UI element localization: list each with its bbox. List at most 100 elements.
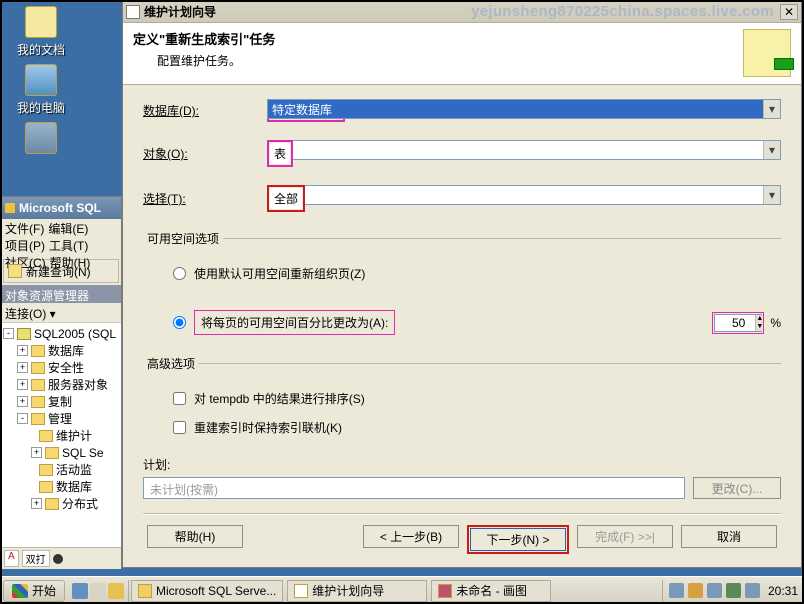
tree-maintplan[interactable]: 维护计 [56, 427, 92, 444]
task-paint[interactable]: 未命名 - 画图 [431, 580, 551, 602]
computer-icon [25, 64, 57, 96]
back-button[interactable]: < 上一步(B) [363, 525, 459, 548]
tray-icon-3[interactable] [707, 583, 722, 598]
paint-task-icon [438, 584, 452, 598]
next-button[interactable]: 下一步(N) > [470, 528, 566, 551]
percent-input[interactable] [715, 315, 747, 331]
task-wizard-label: 维护计划向导 [312, 582, 384, 599]
bottom-tab-a[interactable]: A [4, 550, 19, 567]
tree-dtc[interactable]: 分布式 [62, 495, 98, 512]
system-tray[interactable]: 20:31 [662, 580, 804, 602]
connect-dropdown[interactable]: 连接(O) ▾ [1, 303, 121, 323]
tray-icon-5[interactable] [745, 583, 760, 598]
wizard-titlebar[interactable]: 维护计划向导 yejunsheng870225china.spaces.live… [123, 1, 801, 23]
object-explorer-header: 对象资源管理器 [1, 285, 121, 303]
change-schedule-button[interactable]: 更改(C)... [693, 477, 781, 499]
object-dropdown[interactable]: ▾ [291, 140, 781, 160]
tree-dbmail[interactable]: 数据库 [56, 478, 92, 495]
desktop-mycomputer[interactable]: 我的电脑 [6, 64, 76, 116]
advanced-legend: 高级选项 [143, 355, 199, 372]
desktop-mycomputer-label: 我的电脑 [6, 99, 76, 116]
ql-desktop-icon[interactable] [90, 583, 106, 599]
spinner-up-icon[interactable]: ▲ [755, 315, 763, 323]
plan-input[interactable]: 未计划(按需) [143, 477, 685, 499]
tree-security[interactable]: 安全性 [48, 359, 84, 376]
tree-expander[interactable]: + [17, 379, 28, 390]
close-icon[interactable]: ✕ [780, 4, 798, 20]
check-online[interactable] [173, 421, 186, 434]
tree-expander[interactable]: + [31, 498, 42, 509]
tree-activity[interactable]: 活动监 [56, 461, 92, 478]
freespace-legend: 可用空间选项 [143, 230, 223, 247]
desktop-recycle[interactable] [6, 122, 76, 154]
chevron-down-icon[interactable]: ▾ [763, 141, 780, 159]
menu-edit[interactable]: 编辑(E) [48, 221, 88, 238]
check-online-row[interactable]: 重建索引时保持索引联机(K) [143, 413, 781, 442]
percent-suffix: % [770, 316, 781, 330]
freespace-group: 可用空间选项 使用默认可用空间重新组织页(Z) 将每页的可用空间百分比更改为(A… [143, 230, 781, 341]
folder-icon [39, 430, 53, 442]
menu-project[interactable]: 项目(P) [5, 238, 45, 255]
freespace-opt-default[interactable]: 使用默认可用空间重新组织页(Z) [143, 259, 781, 288]
freespace-opt1-label: 使用默认可用空间重新组织页(Z) [194, 265, 365, 282]
tree-sqlse[interactable]: SQL Se [62, 446, 104, 460]
quicklaunch [68, 580, 129, 602]
clock[interactable]: 20:31 [768, 584, 798, 598]
ssms-menubar[interactable]: 文件(F) 编辑(E) 项目(P) 工具(T) 社区(C) 帮助(H) [1, 219, 121, 257]
separator [143, 513, 781, 515]
check-tempdb-row[interactable]: 对 tempdb 中的结果进行排序(S) [143, 384, 781, 413]
new-query-icon [8, 264, 22, 278]
folder-icon [45, 498, 59, 510]
menu-file[interactable]: 文件(F) [5, 221, 44, 238]
task-wizard[interactable]: 维护计划向导 [287, 580, 427, 602]
percent-spinner[interactable]: ▲▼ [714, 314, 762, 332]
tree-expander[interactable]: - [3, 328, 14, 339]
desktop-mydocs[interactable]: 我的文档 [6, 6, 76, 58]
object-label: 对象(O): [143, 145, 267, 162]
task-ssms[interactable]: Microsoft SQL Serve... [131, 580, 283, 602]
wizard-header-icon [743, 29, 791, 77]
tree-serverobj[interactable]: 服务器对象 [48, 376, 108, 393]
check-tempdb-label: 对 tempdb 中的结果进行排序(S) [194, 390, 365, 407]
tree-databases[interactable]: 数据库 [48, 342, 84, 359]
tree-root[interactable]: SQL2005 (SQL [34, 327, 116, 341]
tray-icon-2[interactable] [688, 583, 703, 598]
start-button[interactable]: 开始 [3, 580, 65, 602]
freespace-opt2-label: 将每页的可用空间百分比更改为(A): [194, 310, 395, 335]
wizard-header-title: 定义"重新生成索引"任务 [133, 29, 275, 48]
check-tempdb[interactable] [173, 392, 186, 405]
dot-icon [53, 554, 63, 564]
spinner-down-icon[interactable]: ▼ [755, 323, 763, 331]
bottom-tab-double[interactable]: 双打 [22, 550, 50, 567]
tree-expander[interactable]: + [17, 345, 28, 356]
freespace-opt-percent[interactable]: 将每页的可用空间百分比更改为(A): ▲▼ % [143, 288, 781, 341]
folder-icon [31, 379, 45, 391]
object-tree[interactable]: - SQL2005 (SQL + 数据库 + 安全性 + 服务器对象 + 复制 - 管理 维… [1, 323, 121, 547]
tree-replication[interactable]: 复制 [48, 393, 72, 410]
ssms-titlebar[interactable]: Microsoft SQL [1, 197, 121, 219]
folder-icon [31, 345, 45, 357]
radio-percent[interactable] [173, 316, 186, 329]
ql-explorer-icon[interactable] [108, 583, 124, 599]
ql-ie-icon[interactable] [72, 583, 88, 599]
tray-icon-4[interactable] [726, 583, 741, 598]
tree-expander[interactable]: + [31, 447, 42, 458]
desktop-mydocs-label: 我的文档 [6, 41, 76, 58]
folder-icon [45, 447, 59, 459]
radio-default[interactable] [173, 267, 186, 280]
select-dropdown[interactable]: ▾ [303, 185, 781, 205]
database-dropdown[interactable]: 特定数据库 ▾ [267, 99, 781, 119]
folder-icon [31, 413, 45, 425]
tree-expander[interactable]: - [17, 413, 28, 424]
chevron-down-icon[interactable]: ▾ [763, 186, 780, 204]
cancel-button[interactable]: 取消 [681, 525, 777, 548]
wizard-header: 定义"重新生成索引"任务 配置维护任务。 [123, 23, 801, 85]
help-button[interactable]: 帮助(H) [147, 525, 243, 548]
chevron-down-icon[interactable]: ▾ [763, 100, 780, 118]
plan-label: 计划: [143, 456, 781, 473]
tree-expander[interactable]: + [17, 362, 28, 373]
tree-management[interactable]: 管理 [48, 410, 72, 427]
menu-tools[interactable]: 工具(T) [49, 238, 88, 255]
tray-icon-1[interactable] [669, 583, 684, 598]
tree-expander[interactable]: + [17, 396, 28, 407]
